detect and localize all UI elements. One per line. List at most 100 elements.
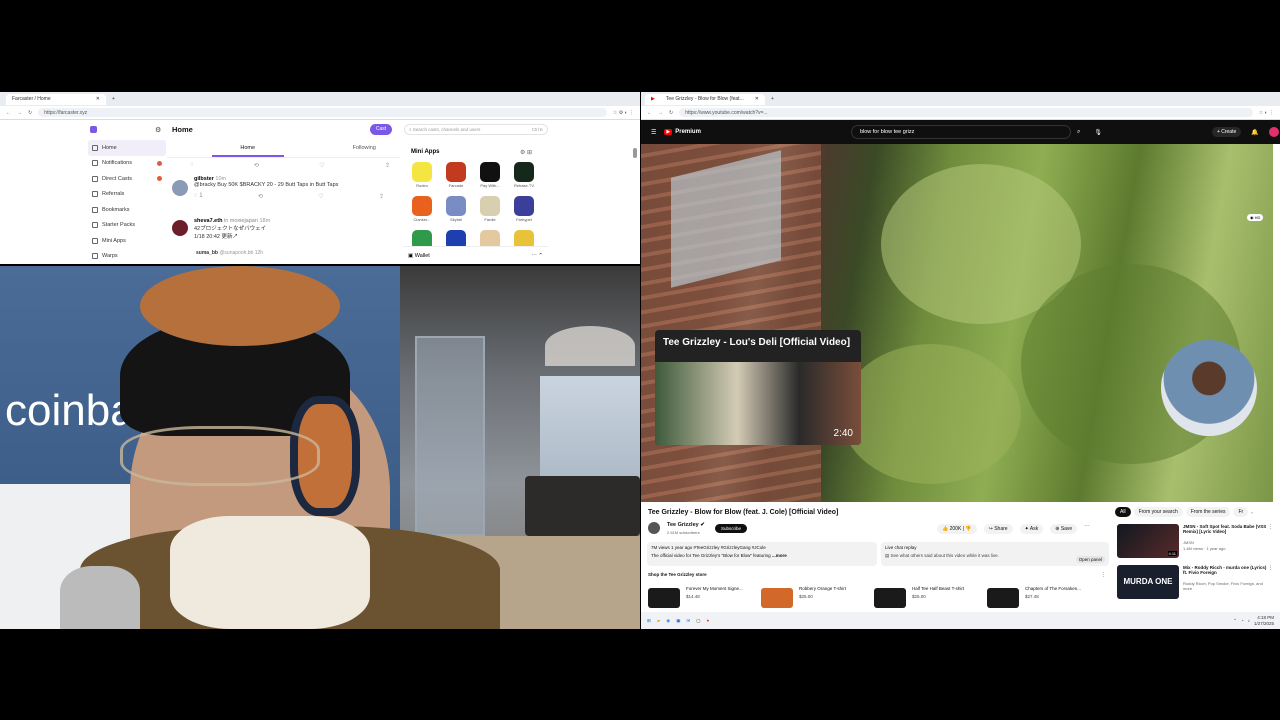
chip-from-series[interactable]: From the series <box>1185 507 1231 517</box>
new-tab-icon[interactable]: + <box>112 96 115 102</box>
clock[interactable]: 4:18 PM 1/27/2025 <box>1254 615 1274 627</box>
mini-app-icon[interactable] <box>446 196 466 216</box>
chip-all[interactable]: All <box>1115 507 1131 517</box>
store-item[interactable]: Chapters of The Forsaken... $27.48 <box>987 584 1097 610</box>
chrome-icon[interactable]: ● <box>707 618 710 624</box>
extensions-icon[interactable]: ☆ ⚙ ◐ ⋮ <box>613 110 634 116</box>
store-item[interactable]: Forever My Moment Signe... $14.48 <box>648 584 758 610</box>
store-item[interactable]: Half Tee Half Beast T-shirt $25.00 <box>874 584 984 610</box>
mini-app-icon[interactable] <box>412 162 432 182</box>
like-icon[interactable]: ♡ <box>319 162 324 169</box>
more-icon[interactable]: ⋮ <box>1268 565 1273 571</box>
wallet-bar[interactable]: ▣ Wallet ⋯ ⌃ <box>403 246 548 264</box>
sidebar-item-starter-packs[interactable]: Starter Packs <box>88 218 166 234</box>
description-box[interactable]: 7M views 1 year ago #TeeGrizzley #Grizzl… <box>647 542 877 566</box>
scrollbar[interactable] <box>633 148 637 158</box>
tab-home[interactable]: Home <box>212 140 284 157</box>
edge-icon[interactable]: ◉ <box>666 618 670 624</box>
open-panel-button[interactable]: Open panel <box>1075 556 1105 563</box>
farcaster-logo[interactable] <box>90 126 97 133</box>
new-tab-icon[interactable]: + <box>771 96 774 102</box>
reply-icon[interactable]: ◌ <box>190 162 194 169</box>
mini-app-icon[interactable] <box>480 162 500 182</box>
channel-name[interactable]: Tee Grizzley ✔ <box>667 522 705 528</box>
more-icon[interactable]: ⋯ <box>1084 524 1090 534</box>
sidebar-item-notifications[interactable]: Notifications <box>88 156 166 172</box>
dm-badge <box>157 176 162 182</box>
tab-following[interactable]: Following <box>329 140 401 157</box>
browser-tab[interactable]: Farcaster / Home ✕ <box>6 93 106 105</box>
sidebar-item-warps[interactable]: Warps <box>88 249 166 265</box>
video-player[interactable]: Tee Grizzley - Lou's Deli [Official Vide… <box>641 144 1273 502</box>
mic-icon[interactable]: 🎙 <box>1094 129 1102 136</box>
search-input[interactable]: blow for blow tee grizz <box>850 125 1071 139</box>
post-item[interactable]: suma_bb @sunapooh.bb 12h <box>196 250 396 256</box>
chip-bar: All From your search From the series Fr … <box>1115 507 1275 517</box>
tray-chevron-icon[interactable]: ⌃ <box>1233 618 1237 624</box>
endscreen-video-card[interactable]: Tee Grizzley - Lou's Deli [Official Vide… <box>655 330 861 445</box>
forward-icon[interactable]: → <box>658 110 663 116</box>
recast-icon[interactable]: ⟲ <box>254 162 259 169</box>
chip-more[interactable]: Fr <box>1233 507 1249 517</box>
terminal-icon[interactable]: ▢ <box>696 618 700 624</box>
back-icon[interactable]: ← <box>6 110 11 116</box>
sidebar-item-direct-casts[interactable]: Direct Casts <box>88 171 166 187</box>
mini-app-icon[interactable] <box>446 162 466 182</box>
recommendation-item[interactable]: 4:11 JMSN - Soft Spot feat. Soda Babe (V… <box>1117 524 1273 560</box>
browser-tab[interactable]: ▶ Tee Grizzley - Blow for Blow (feat... ✕ <box>645 93 765 105</box>
mini-apps-settings-icon[interactable]: ⚙ ⊞ <box>520 149 532 156</box>
sidebar-item-bookmarks[interactable]: Bookmarks <box>88 202 166 218</box>
store-item[interactable]: Robbery Orange T-shirt $25.00 <box>761 584 871 610</box>
chip-from-search[interactable]: From your search <box>1133 507 1183 517</box>
avatar[interactable] <box>1268 127 1279 137</box>
forward-icon[interactable]: → <box>17 110 22 116</box>
back-icon[interactable]: ← <box>647 110 652 116</box>
like-button[interactable]: 👍 200K | 👎 <box>937 524 977 534</box>
create-button[interactable]: + Create <box>1211 127 1242 137</box>
channel-avatar[interactable] <box>648 522 660 534</box>
recommendation-item[interactable]: MURDA ONE Mix - Roddy Ricch - murda one … <box>1117 565 1273 601</box>
sidebar-item-home[interactable]: Home <box>88 140 166 156</box>
sidebar-item-referrals[interactable]: Referrals <box>88 187 166 203</box>
like-icon[interactable]: ♡ <box>318 193 323 200</box>
folder-icon[interactable]: ▰ <box>657 618 660 624</box>
mini-app-icon[interactable] <box>412 196 432 216</box>
ask-button[interactable]: ✦ Ask <box>1019 524 1044 534</box>
share-button[interactable]: ↪ Share <box>983 524 1013 534</box>
start-icon[interactable]: ⊞ <box>647 618 651 624</box>
share-icon[interactable]: ⇪ <box>385 162 390 169</box>
chevron-right-icon[interactable]: › <box>1251 510 1252 515</box>
wifi-icon[interactable]: ◔ <box>1241 618 1244 623</box>
post-item[interactable]: gilbster 10m @bracky Buy 50K $BRACKY 20 … <box>172 176 398 200</box>
endscreen-channel-avatar[interactable] <box>1161 340 1257 436</box>
mini-app-icon[interactable] <box>514 162 534 182</box>
mail-icon[interactable]: ✉ <box>686 618 690 624</box>
bell-icon[interactable]: 🔔 <box>1251 129 1258 136</box>
post-item[interactable]: sheva7.eth in moxiejapan 18m 42プロジェクトなぜバ… <box>172 218 398 240</box>
reload-icon[interactable]: ↻ <box>669 110 673 116</box>
save-button[interactable]: ⊕ Save <box>1050 524 1078 534</box>
reply-icon[interactable]: ◌ 1 <box>194 193 203 200</box>
more-icon[interactable]: ⋮ <box>1101 572 1106 578</box>
share-icon[interactable]: ⇪ <box>379 193 384 200</box>
recast-icon[interactable]: ⟲ <box>258 193 263 200</box>
search-icon[interactable]: ⌕ <box>1077 129 1080 136</box>
sidebar-item-mini-apps[interactable]: Mini Apps <box>88 233 166 249</box>
reload-icon[interactable]: ↻ <box>28 110 32 116</box>
menu-icon[interactable]: ☰ <box>651 129 656 136</box>
youtube-logo-icon[interactable]: ▶ <box>664 129 673 135</box>
live-chat-replay[interactable]: Live chat replay ▤ See what others said … <box>881 542 1109 566</box>
more-icon[interactable]: ⋯ ⌃ <box>531 253 543 259</box>
url-input[interactable]: https://www.youtube.com/watch?v=... <box>679 108 1253 117</box>
mini-app-icon[interactable] <box>480 196 500 216</box>
cast-button[interactable]: Cast <box>370 124 392 135</box>
more-icon[interactable]: ⋮ <box>1268 524 1273 530</box>
volume-icon[interactable]: ♪ <box>1248 618 1250 623</box>
search-input[interactable]: ⌕ Search casts, channels and users Ctrl K <box>404 124 548 135</box>
subscribe-button[interactable]: Subscribe <box>715 524 748 533</box>
extensions-icon[interactable]: ☆ ◐ ⋮ <box>1259 110 1274 116</box>
mini-app-icon[interactable] <box>514 196 534 216</box>
store-icon[interactable]: ▣ <box>676 618 680 624</box>
url-input[interactable]: https://farcaster.xyz <box>38 108 607 117</box>
settings-gear-icon[interactable]: ⚙ <box>155 126 161 134</box>
